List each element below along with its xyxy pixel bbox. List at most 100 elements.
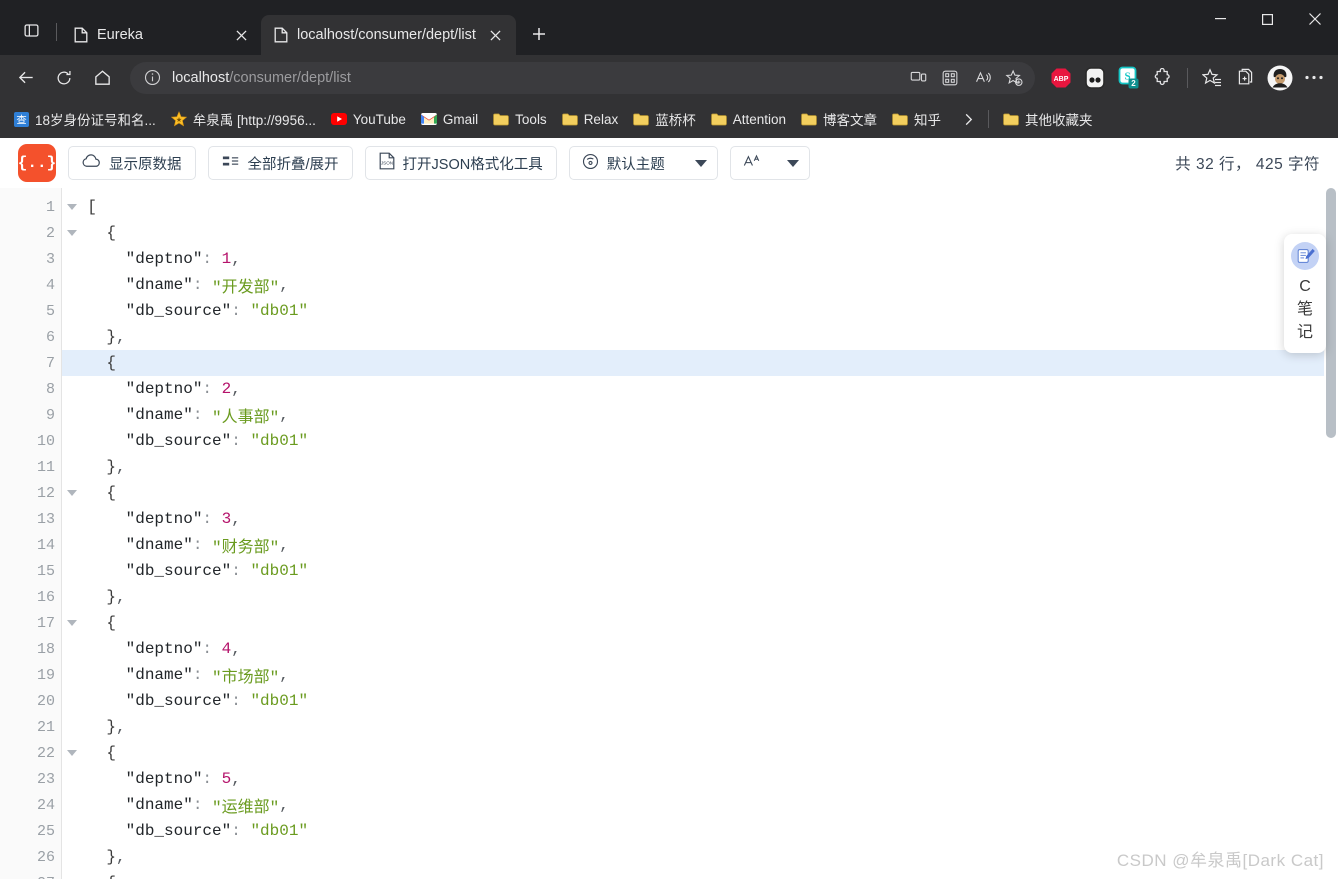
minimize-button[interactable] [1197,0,1244,38]
add-favorite-icon[interactable] [999,64,1029,92]
address-bar-actions [903,64,1029,92]
json-line[interactable]: "dname": "开发部", [62,272,1338,298]
json-line[interactable]: "deptno": 5, [62,766,1338,792]
title-bar: Eureka localhost/consumer/dept/list [0,0,1338,55]
json-line[interactable]: { [62,480,1338,506]
tab-close-button[interactable] [229,23,253,47]
json-token: "db_source" [125,432,232,450]
bookmark-youtube[interactable]: YouTube [324,105,413,133]
maximize-button[interactable] [1244,0,1291,38]
browser-tab-eureka[interactable]: Eureka [61,15,261,55]
close-window-button[interactable] [1291,0,1338,38]
show-raw-data-button[interactable]: 显示原数据 [68,146,196,180]
back-arrow-icon[interactable] [8,62,44,94]
json-line[interactable]: "deptno": 2, [62,376,1338,402]
read-aloud-icon[interactable] [967,64,997,92]
json-token: "db_source" [125,302,232,320]
open-json-formatter-button[interactable]: JSON 打开JSON格式化工具 [364,146,557,180]
bookmark-label: Gmail [442,111,479,127]
json-line[interactable]: [ [62,194,1338,220]
bookmark-personal-site[interactable]: ★ 牟泉禹 [http://9956... [164,105,323,133]
new-tab-button[interactable] [522,17,556,51]
json-line[interactable]: { [62,610,1338,636]
json-token: { [106,744,117,762]
bookmark-folder-blog[interactable]: 博客文章 [794,105,884,133]
json-line[interactable]: { [62,220,1338,246]
json-token: : [192,276,213,294]
bookmark-folder-relax[interactable]: Relax [555,105,626,133]
cloud-icon [82,154,101,172]
font-size-select[interactable] [729,146,810,180]
json-line[interactable]: "db_source": "db01" [62,818,1338,844]
json-line[interactable]: "db_source": "db01" [62,428,1338,454]
address-bar[interactable]: localhost/consumer/dept/list [130,61,1035,94]
line-number-row: 26 [0,844,61,870]
json-token: , [279,406,289,424]
bookmark-folder-tools[interactable]: Tools [486,105,554,133]
json-token: 5 [221,770,232,788]
chevron-right-icon[interactable] [955,105,981,133]
chevron-down-icon[interactable] [786,159,799,167]
button-label: 打开JSON格式化工具 [402,156,543,173]
json-line[interactable]: "db_source": "db01" [62,688,1338,714]
json-viewer-logo[interactable]: {..} [18,144,56,182]
collapse-expand-all-button[interactable]: 全部折叠/展开 [207,146,353,180]
s2-extension-icon[interactable]: S 2 [1113,62,1145,94]
bookmark-folder-zhihu[interactable]: 知乎 [885,105,948,133]
bookmark-gmail[interactable]: Gmail [414,105,485,133]
json-line[interactable]: }, [62,714,1338,740]
json-line[interactable]: "dname": "人事部", [62,402,1338,428]
json-line[interactable]: "db_source": "db01" [62,298,1338,324]
vertical-scrollbar[interactable] [1324,188,1338,879]
json-line[interactable]: { [62,870,1338,879]
home-icon[interactable] [84,62,120,94]
adblock-plus-icon[interactable]: ABP [1045,62,1077,94]
bookmark-id-search[interactable]: 查 18岁身份证号和名... [6,105,163,133]
info-circle-icon[interactable] [140,69,164,86]
csdn-note-widget[interactable]: C 笔 记 [1284,234,1326,353]
json-line[interactable]: "dname": "运维部", [62,792,1338,818]
json-code-area[interactable]: [ { "deptno": 1, "dname": "开发部", "db_sou… [62,188,1338,879]
browser-essentials-icon[interactable] [1230,62,1262,94]
json-token: 4 [221,640,232,658]
split-screen-icon[interactable] [903,64,933,92]
json-line[interactable]: "deptno": 4, [62,636,1338,662]
refresh-icon[interactable] [46,62,82,94]
tab-close-button[interactable] [484,23,508,47]
json-line[interactable]: "dname": "市场部", [62,662,1338,688]
bookmark-folder-attention[interactable]: Attention [704,105,793,133]
note-widget-line1: C [1299,278,1311,295]
json-line[interactable]: { [62,350,1338,376]
browser-tab-dept-list[interactable]: localhost/consumer/dept/list [261,15,516,55]
json-line[interactable]: "dname": "财务部", [62,532,1338,558]
theme-select[interactable]: 默认主题 [568,146,718,180]
json-line[interactable]: }, [62,584,1338,610]
json-token: } [106,458,117,476]
tab-actions-icon[interactable] [8,10,54,50]
profile-avatar[interactable] [1264,62,1296,94]
json-line[interactable]: "db_source": "db01" [62,558,1338,584]
bookmark-folder-lanqiaobei[interactable]: 蓝桥杯 [626,105,703,133]
json-line[interactable]: }, [62,324,1338,350]
json-line[interactable]: "deptno": 1, [62,246,1338,272]
json-token: 1 [221,250,232,268]
scrollbar-thumb[interactable] [1326,188,1336,438]
ublock-icon[interactable] [1079,62,1111,94]
line-number: 7 [45,354,55,372]
qr-code-icon[interactable] [935,64,965,92]
json-line[interactable]: "deptno": 3, [62,506,1338,532]
chevron-down-icon[interactable] [694,159,707,167]
collections-icon[interactable] [1196,62,1228,94]
json-token: "db01" [250,432,309,450]
bookmark-other-favorites[interactable]: 其他收藏夹 [996,105,1100,133]
palette-icon [582,153,599,174]
json-line[interactable]: }, [62,454,1338,480]
line-number: 22 [36,744,55,762]
settings-more-icon[interactable] [1298,62,1330,94]
json-line[interactable]: { [62,740,1338,766]
line-number-row: 9 [0,402,61,428]
puzzle-extensions-icon[interactable] [1147,62,1179,94]
